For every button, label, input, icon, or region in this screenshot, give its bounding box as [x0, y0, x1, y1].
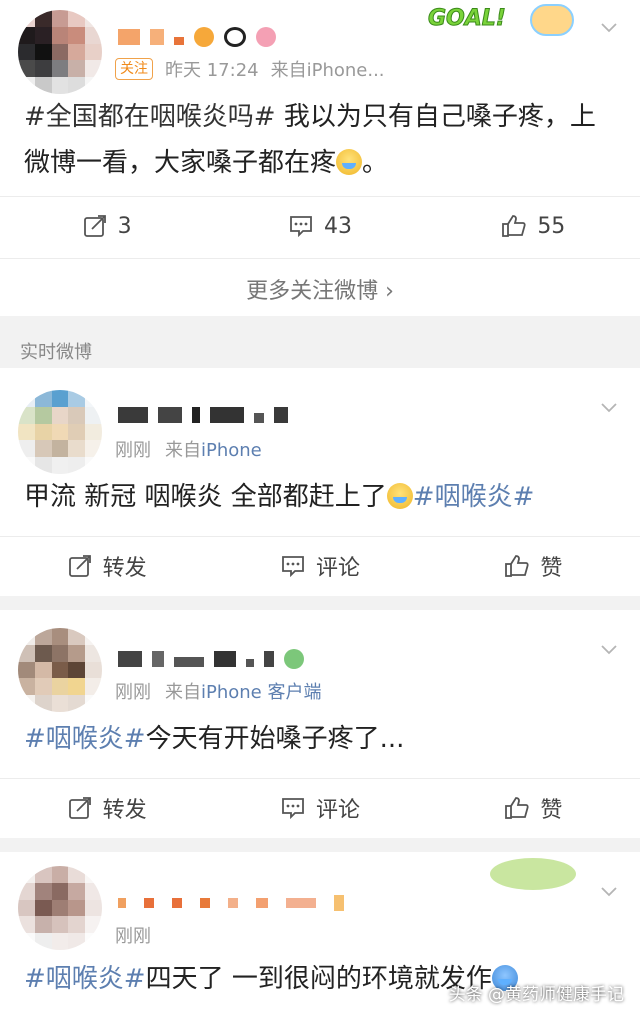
post-content[interactable]: #咽喉炎#今天有开始嗓子疼了...: [24, 716, 620, 762]
post-text-end: 。: [362, 148, 389, 178]
post-source: 来自iPhone: [165, 436, 262, 462]
thumbs-up-icon: [505, 555, 529, 577]
flower-icon: [256, 27, 276, 47]
goal-sticker: GOAL!: [428, 6, 507, 32]
topic-link[interactable]: #咽喉炎#: [24, 724, 146, 754]
action-bar: 转发 评论 赞: [0, 778, 640, 838]
crying-emoji-icon: [386, 483, 413, 509]
crying-emoji-icon: [336, 149, 363, 175]
repost-icon: [68, 797, 91, 819]
chevron-down-icon[interactable]: [600, 882, 618, 900]
repost-icon: [68, 555, 91, 577]
post-text: 今天有开始嗓子疼了...: [145, 724, 405, 754]
post-text: 甲流 新冠 咽喉炎 全部都赶上了: [24, 482, 387, 512]
source-device: iPhone: [201, 440, 262, 461]
post-time: 刚刚: [115, 440, 151, 461]
post-card-2: 刚刚 来自iPhone 甲流 新冠 咽喉炎 全部都赶上了 #咽喉炎# 转发 评论 …: [0, 368, 640, 596]
post-time: 刚刚: [115, 682, 151, 703]
chevron-down-icon[interactable]: [600, 640, 618, 658]
action-bar: 转发 评论 赞: [0, 536, 640, 596]
comment-label: 评论: [315, 556, 360, 581]
comment-icon: [282, 798, 304, 820]
sticker-grass-icon: [490, 858, 576, 890]
clover-icon: [284, 649, 304, 669]
more-posts-link[interactable]: 更多关注微博 ›: [0, 273, 640, 305]
post-text: 四天了 一到很闷的环境就发作: [145, 964, 492, 994]
post-card-3: 刚刚 来自iPhone 客户端 #咽喉炎#今天有开始嗓子疼了... 转发 评论 …: [0, 610, 640, 838]
repost-button[interactable]: 3: [0, 196, 213, 256]
avatar[interactable]: [18, 390, 102, 474]
comment-icon: [290, 216, 312, 238]
source-device: iPhone 客户端: [201, 682, 322, 703]
action-bar: 3 43 55: [0, 196, 640, 256]
follow-badge: 关注: [115, 58, 153, 80]
like-button[interactable]: 赞: [427, 778, 640, 838]
repost-count: 3: [117, 213, 132, 239]
chevron-down-icon[interactable]: [600, 18, 618, 36]
repost-label: 转发: [102, 798, 147, 823]
username-blurred[interactable]: [118, 400, 288, 430]
like-label: 赞: [540, 556, 563, 581]
medal-icon: [194, 27, 214, 47]
avatar[interactable]: [18, 866, 102, 950]
repost-icon: [83, 215, 106, 237]
username-blurred[interactable]: [118, 22, 276, 52]
chevron-down-icon[interactable]: [600, 398, 618, 416]
username-blurred[interactable]: [118, 644, 304, 674]
avatar[interactable]: [18, 628, 102, 712]
post-meta: 关注 昨天 17:24 来自iPhone...: [115, 56, 385, 82]
post-source: 来自iPhone 客户端: [165, 678, 321, 704]
topic-link[interactable]: #咽喉炎#: [413, 482, 535, 512]
avatar[interactable]: [18, 10, 102, 94]
repost-button[interactable]: 转发: [0, 536, 213, 596]
comment-button[interactable]: 评论: [213, 536, 426, 596]
more-posts-bar: 更多关注微博 ›: [0, 258, 640, 316]
repost-button[interactable]: 转发: [0, 778, 213, 838]
section-title: 实时微博: [20, 342, 92, 363]
comment-icon: [282, 556, 304, 578]
like-label: 赞: [540, 798, 563, 823]
sticker-hand-icon: [530, 4, 574, 36]
post-time: 刚刚: [115, 926, 151, 947]
comment-button[interactable]: 评论: [213, 778, 426, 838]
post-time: 昨天 17:24: [165, 60, 259, 81]
post-source: 来自iPhone...: [270, 60, 385, 81]
topic-link[interactable]: #咽喉炎#: [24, 964, 146, 994]
source-prefix: 来自: [165, 440, 201, 461]
post-meta: 刚刚: [115, 922, 151, 948]
post-meta: 刚刚 来自iPhone: [115, 436, 262, 462]
comment-label: 评论: [315, 798, 360, 823]
comment-button[interactable]: 43: [213, 196, 426, 256]
post-content[interactable]: #全国都在咽喉炎吗# 我以为只有自己嗓子疼，上微博一看，大家嗓子都在疼。: [24, 94, 620, 186]
post-meta: 刚刚 来自iPhone 客户端: [115, 678, 321, 704]
topic-link[interactable]: #全国都在咽喉炎吗#: [24, 102, 276, 132]
like-button[interactable]: 赞: [427, 536, 640, 596]
username-blurred[interactable]: [118, 888, 344, 918]
like-count: 55: [537, 213, 566, 239]
source-prefix: 来自: [165, 682, 201, 703]
like-button[interactable]: 55: [427, 196, 640, 256]
post-card-4: 刚刚 #咽喉炎#四天了 一到很闷的环境就发作 头条 @黄药师健康手记: [0, 852, 640, 1017]
thumbs-up-icon: [505, 797, 529, 819]
post-card-1: GOAL! 关注 昨天 17:24 来自iPhone... #全国都在咽喉炎吗#…: [0, 0, 640, 258]
panda-icon: [224, 27, 246, 47]
post-content[interactable]: 甲流 新冠 咽喉炎 全部都赶上了 #咽喉炎#: [24, 474, 620, 520]
repost-label: 转发: [102, 556, 147, 581]
watermark: 头条 @黄药师健康手记: [448, 985, 624, 1005]
thumbs-up-icon: [502, 215, 526, 237]
comment-count: 43: [323, 213, 352, 239]
